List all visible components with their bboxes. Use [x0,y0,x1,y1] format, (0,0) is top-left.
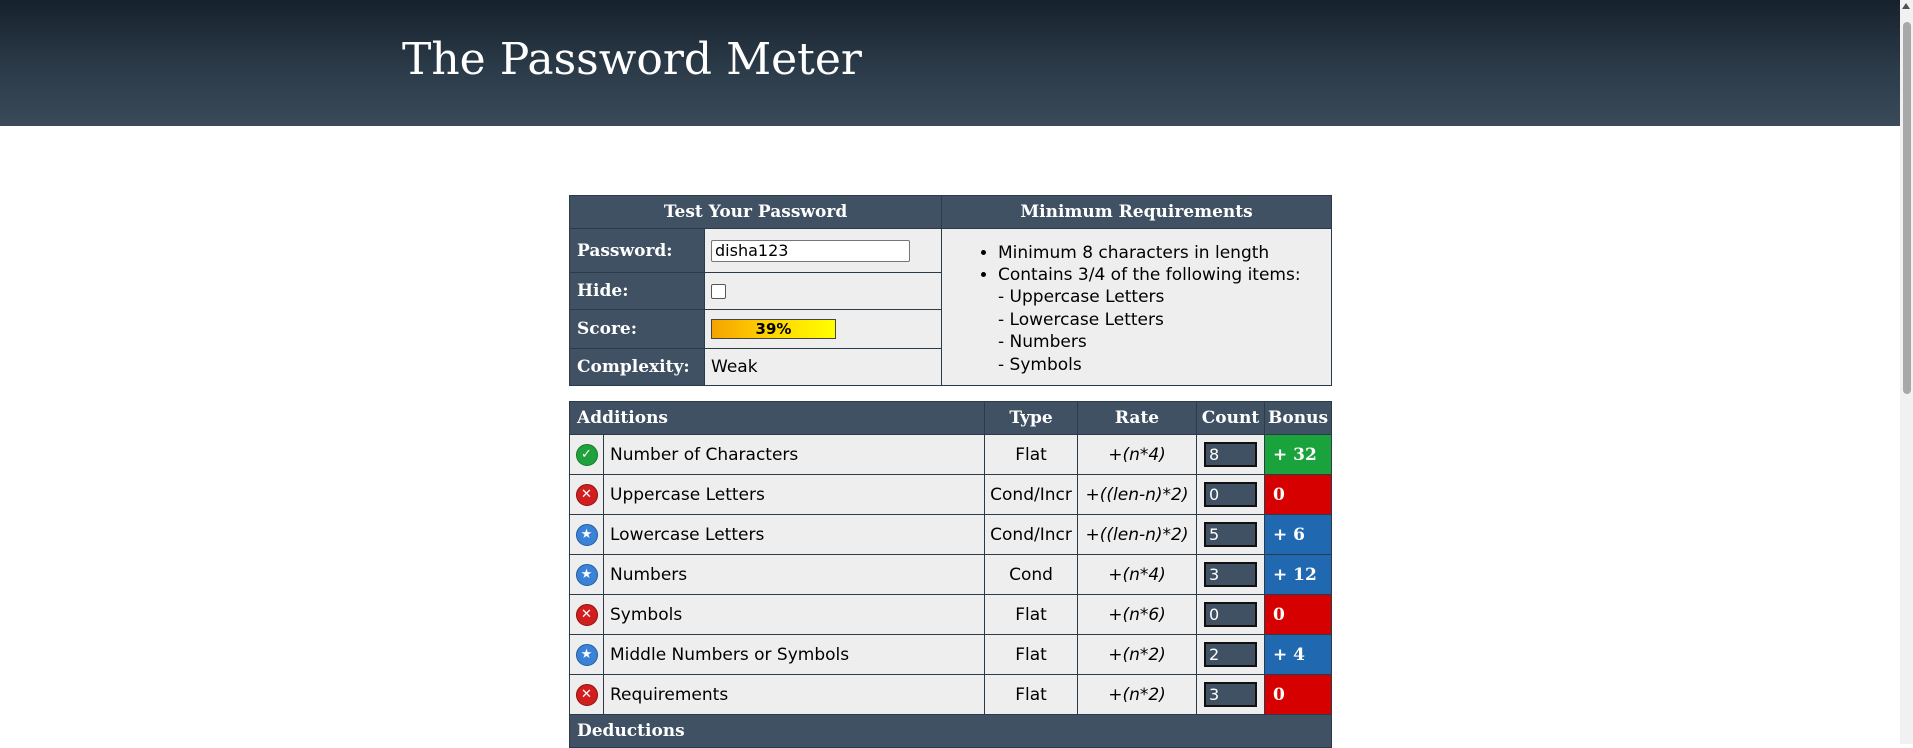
password-input[interactable] [711,239,910,262]
requirement-sub-item: - Numbers [998,332,1087,352]
count-value: 5 [1204,522,1258,547]
count-value: 3 [1204,562,1258,587]
additions-row: ★ Numbers Cond +(n*4) 3 + 12 [569,554,1333,595]
count-cell: 3 [1196,554,1266,595]
criteria-name: Uppercase Letters [602,474,986,515]
count-value: 3 [1204,682,1258,707]
additions-row: ✕ Requirements Flat +(n*2) 3 0 [569,674,1333,715]
criteria-name: Numbers [602,554,986,595]
criteria-name: Number of Characters [602,434,986,475]
count-cell: 2 [1196,634,1266,675]
hide-checkbox[interactable] [711,283,726,299]
count-cell: 3 [1196,674,1266,715]
count-value: 0 [1204,602,1258,627]
criteria-rate: +(n*6) [1077,594,1198,635]
criteria-rate: +(n*2) [1077,674,1198,715]
status-cell: ✕ [569,474,604,515]
hide-label: Hide: [569,272,705,310]
status-cell: ✕ [569,594,604,635]
criteria-name: Middle Numbers or Symbols [602,634,986,675]
star-icon: ★ [575,523,598,546]
bonus-value: + 4 [1264,634,1333,675]
criteria-type: Flat [984,434,1079,475]
count-cell: 5 [1196,514,1266,555]
status-cell: ★ [569,514,604,555]
criteria-name: Symbols [602,594,986,635]
bonus-value: + 6 [1264,514,1333,555]
minimum-requirements-heading: Minimum Requirements [941,195,1333,229]
status-cell: ✓ [569,434,604,475]
score-label: Score: [569,309,705,349]
criteria-rate: +(n*4) [1077,554,1198,595]
count-cell: 0 [1196,474,1266,515]
bonus-value: 0 [1264,594,1333,635]
count-value: 2 [1204,642,1258,667]
complexity-label: Complexity: [569,348,705,386]
additions-row: ★ Middle Numbers or Symbols Flat +(n*2) 2 + 4 [569,634,1333,675]
requirement-item: Contains 3/4 of the following items: [998,264,1331,286]
count-column-header: Count [1196,401,1266,435]
additions-row: ✕ Uppercase Letters Cond/Incr +((len-n)*2) 0… [569,474,1333,515]
count-value: 8 [1204,442,1258,467]
check-icon: ✓ [575,443,598,466]
score-bar: 39% [711,319,836,339]
additions-row: ✓ Number of Characters Flat +(n*4) 8 + 32 [569,434,1333,475]
criteria-type: Cond [984,554,1079,595]
deductions-heading: Deductions [568,714,1333,748]
scrollbar-thumb[interactable] [1903,22,1911,394]
vertical-scrollbar[interactable] [1900,0,1913,744]
criteria-type: Cond/Incr [984,474,1079,515]
additions-heading: Additions [568,401,986,435]
x-icon: ✕ [575,683,598,706]
additions-row: ★ Lowercase Letters Cond/Incr +((len-n)*2) 5… [569,514,1333,555]
bonus-value: + 12 [1264,554,1333,595]
requirement-sub-item: - Uppercase Letters [998,287,1165,307]
count-cell: 0 [1196,594,1266,635]
rate-column-header: Rate [1077,401,1198,435]
requirement-item: Minimum 8 characters in length [998,242,1331,264]
star-icon: ★ [575,563,598,586]
count-cell: 8 [1196,434,1266,475]
star-icon: ★ [575,643,598,666]
criteria-name: Lowercase Letters [602,514,986,555]
criteria-type: Flat [984,634,1079,675]
additions-table: Additions Type Rate Count Bonus ✓ Number … [568,401,1333,748]
status-cell: ✕ [569,674,604,715]
criteria-type: Cond/Incr [984,514,1079,555]
requirement-sub-item: - Lowercase Letters [998,309,1164,330]
requirements-list: Minimum 8 characters in length Contains … [941,228,1333,386]
bonus-value: 0 [1264,474,1333,515]
x-icon: ✕ [575,483,598,506]
password-label: Password: [569,228,705,273]
criteria-type: Flat [984,594,1079,635]
criteria-rate: +(n*4) [1077,434,1198,475]
x-icon: ✕ [575,603,598,626]
criteria-rate: +((len-n)*2) [1077,474,1198,515]
test-your-password-heading: Test Your Password [568,195,943,229]
bonus-value: + 32 [1264,434,1333,475]
complexity-value: Weak [703,348,943,386]
requirement-sub-item: - Symbols [998,354,1082,375]
bonus-value: 0 [1264,674,1333,715]
status-cell: ★ [569,634,604,675]
status-cell: ★ [569,554,604,595]
password-test-table: Test Your Password Minimum Requirements … [568,195,1333,386]
page-title: The Password Meter [402,34,862,85]
bonus-column-header: Bonus [1264,401,1333,435]
scroll-up-icon[interactable] [1902,3,1910,9]
criteria-name: Requirements [602,674,986,715]
additions-row: ✕ Symbols Flat +(n*6) 0 0 [569,594,1333,635]
count-value: 0 [1204,482,1258,507]
criteria-rate: +(n*2) [1077,634,1198,675]
criteria-type: Flat [984,674,1079,715]
type-column-header: Type [984,401,1079,435]
page-header: The Password Meter [0,0,1900,126]
criteria-rate: +((len-n)*2) [1077,514,1198,555]
